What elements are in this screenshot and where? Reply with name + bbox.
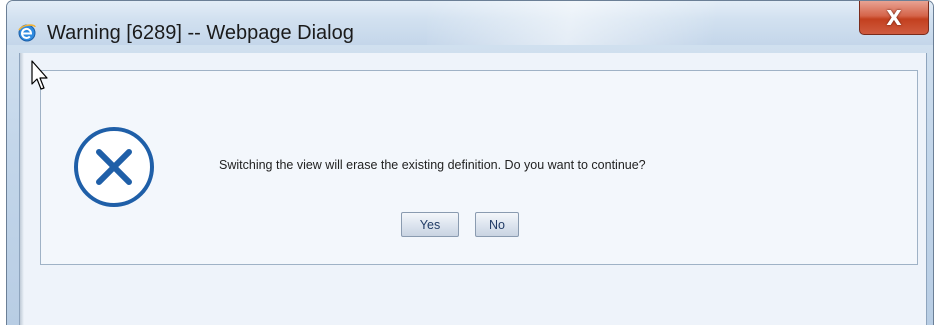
no-button[interactable]: No: [475, 212, 519, 237]
mouse-cursor-icon: [31, 60, 48, 90]
ie-icon: [18, 24, 36, 42]
dialog-client-area: Switching the view will erase the existi…: [19, 53, 927, 325]
dialog-window: Warning [6289] -- Webpage Dialog X Switc…: [6, 0, 934, 325]
dialog-message: Switching the view will erase the existi…: [219, 158, 646, 172]
title-bar-shine: [427, 1, 787, 45]
left-edge-shadow: [20, 53, 24, 325]
error-icon: [74, 127, 154, 207]
yes-button[interactable]: Yes: [401, 212, 459, 237]
message-panel: Switching the view will erase the existi…: [40, 70, 918, 265]
close-icon: X: [886, 5, 902, 30]
close-button[interactable]: X: [859, 1, 929, 35]
window-title: Warning [6289] -- Webpage Dialog: [47, 22, 354, 44]
title-bar[interactable]: Warning [6289] -- Webpage Dialog X: [7, 1, 933, 45]
